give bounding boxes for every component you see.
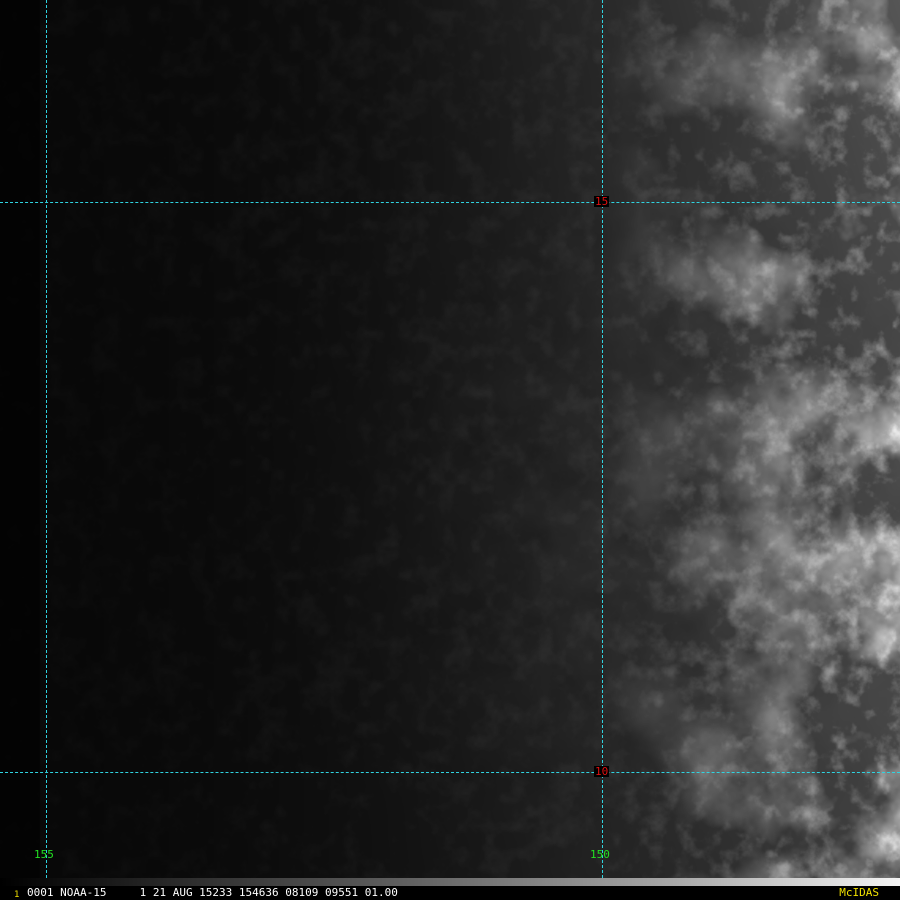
grayscale-bar <box>0 878 900 886</box>
latitude-label-15: 15 <box>594 195 610 208</box>
satellite-imagery <box>0 0 900 878</box>
latitude-label-10: 10 <box>594 765 610 778</box>
mcidas-brand: McIDAS <box>839 886 879 899</box>
latitude-line-15 <box>0 202 900 203</box>
frame-number: 1 <box>14 890 20 900</box>
longitude-line-155 <box>46 0 47 878</box>
image-info-footer: 1 0001 NOAA-15 1 21 AUG 15233 154636 081… <box>0 886 900 900</box>
latitude-line-10 <box>0 772 900 773</box>
longitude-line-150 <box>602 0 603 878</box>
longitude-label-155: 155 <box>34 848 54 861</box>
longitude-label-150: 150 <box>590 848 610 861</box>
image-metadata-text: 0001 NOAA-15 1 21 AUG 15233 154636 08109… <box>27 886 398 899</box>
satellite-map: 15 10 155 150 1 0001 NOAA-15 1 21 AUG 15… <box>0 0 900 900</box>
